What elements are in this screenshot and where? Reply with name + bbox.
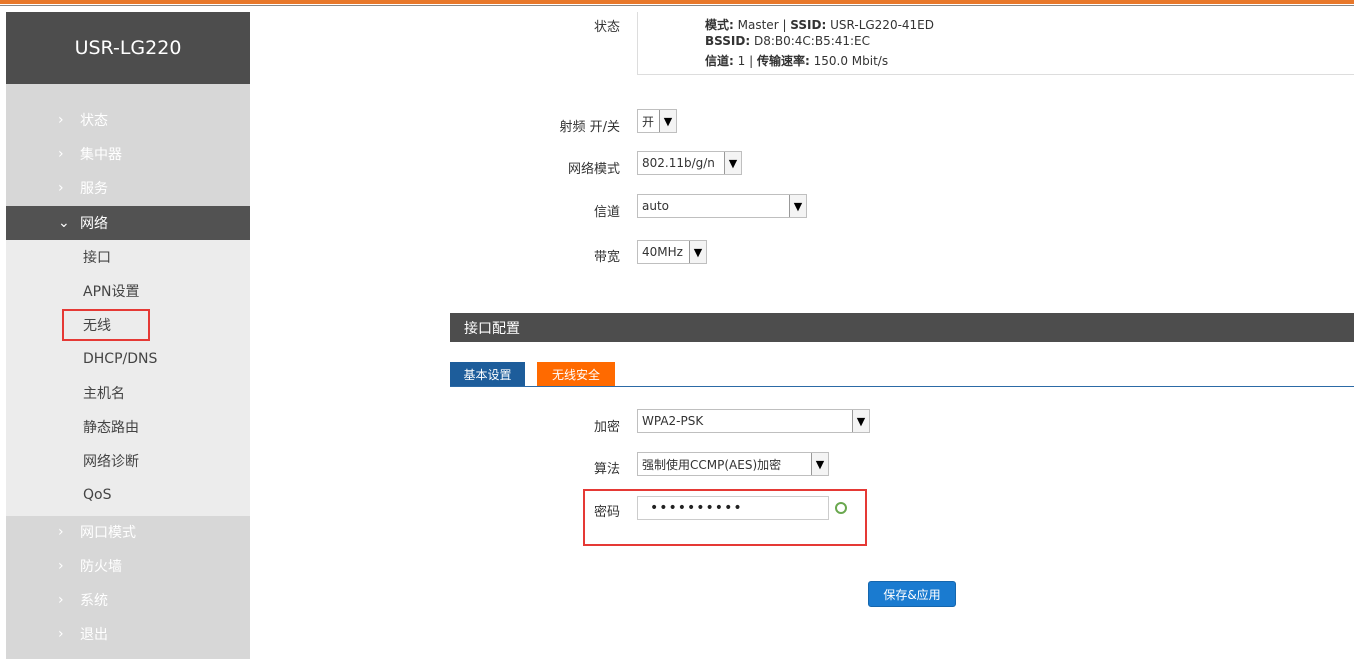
sidebar-item-network[interactable]: ⌄ 网络 [6, 206, 250, 240]
sidebar-subitem-qos[interactable]: QoS [6, 478, 250, 512]
chevron-right-icon: › [58, 112, 64, 128]
bssid-key: BSSID: [705, 34, 751, 48]
sidebar-item-port-mode[interactable]: › 网口模式 [6, 515, 250, 549]
network-mode-value: 802.11b/g/n [642, 156, 715, 170]
sidebar-subitem-label: 静态路由 [83, 420, 139, 436]
sidebar-item-label: 网口模式 [80, 525, 136, 541]
sidebar-subitem-interface[interactable]: 接口 [6, 240, 250, 274]
top-divider [0, 5, 1354, 6]
chevron-right-icon: › [58, 524, 64, 540]
bandwidth-label: 带宽 [593, 250, 620, 265]
top-accent-line [0, 0, 1354, 4]
chevron-down-icon: ⌄ [58, 215, 70, 231]
channel-key: 信道: [705, 54, 734, 68]
channel-value: 1 [737, 54, 746, 68]
cipher-select[interactable]: 强制使用CCMP(AES)加密 ▼ [637, 452, 829, 476]
tab-basic-settings[interactable]: 基本设置 [450, 362, 525, 386]
network-mode-select[interactable]: 802.11b/g/n ▼ [637, 151, 742, 175]
bssid-value: D8:B0:4C:B5:41:EC [753, 34, 871, 48]
sidebar-subitem-hostname[interactable]: 主机名 [6, 376, 250, 410]
status-line-bssid: BSSID: D8:B0:4C:B5:41:EC [705, 34, 870, 48]
network-mode-label: 网络模式 [567, 162, 620, 177]
sidebar-subitem-label: 接口 [83, 250, 111, 266]
chevron-down-icon: ▼ [852, 410, 869, 432]
chevron-down-icon: ▼ [659, 110, 676, 132]
sidebar-item-label: 防火墙 [80, 559, 122, 575]
sidebar-item-system[interactable]: › 系统 [6, 583, 250, 617]
chevron-right-icon: › [58, 592, 64, 608]
chevron-right-icon: › [58, 180, 64, 196]
sidebar-subitem-dhcp-dns[interactable]: DHCP/DNS [6, 342, 250, 376]
sidebar-item-status[interactable]: › 状态 [6, 103, 250, 137]
sidebar-item-label: 退出 [80, 627, 108, 643]
bandwidth-value: 40MHz [642, 245, 683, 259]
encryption-value: WPA2-PSK [642, 414, 704, 428]
encryption-label: 加密 [593, 420, 620, 435]
status-label: 状态 [594, 20, 621, 35]
chevron-down-icon: ▼ [689, 241, 706, 263]
cipher-value: 强制使用CCMP(AES)加密 [642, 457, 782, 472]
sidebar-item-firewall[interactable]: › 防火墙 [6, 549, 250, 583]
radio-select[interactable]: 开 ▼ [637, 109, 677, 133]
radio-value: 开 [642, 114, 655, 129]
sidebar-subitem-label: 网络诊断 [83, 454, 139, 470]
sidebar-subitem-label: DHCP/DNS [83, 351, 158, 367]
reveal-password-icon[interactable] [835, 502, 847, 514]
sidebar-subitem-label: 主机名 [83, 386, 125, 402]
sidebar-subitem-static-route[interactable]: 静态路由 [6, 410, 250, 444]
rate-value: 150.0 Mbit/s [813, 54, 889, 68]
chevron-down-icon: ▼ [724, 152, 741, 174]
tab-underline [450, 386, 1354, 387]
channel-label: 信道 [593, 205, 620, 220]
mode-value: Master [737, 18, 779, 32]
password-input[interactable]: •••••••••• [637, 496, 829, 520]
ssid-key: SSID: [790, 18, 827, 32]
password-label: 密码 [593, 505, 620, 520]
sidebar-subitem-label: QoS [83, 487, 112, 503]
chevron-right-icon: › [58, 626, 64, 642]
ssid-value: USR-LG220-41ED [830, 18, 935, 32]
sidebar-item-label: 服务 [80, 181, 108, 197]
sidebar-subitem-label: APN设置 [83, 284, 140, 300]
sidebar-item-label: 集中器 [80, 147, 122, 163]
chevron-right-icon: › [58, 146, 64, 162]
save-apply-button[interactable]: 保存&应用 [868, 581, 956, 607]
sidebar-item-label: 系统 [80, 593, 108, 609]
interface-config-header: 接口配置 [450, 313, 1354, 342]
status-line-channel: 信道: 1 | 传输速率: 150.0 Mbit/s [705, 54, 889, 68]
channel-select[interactable]: auto ▼ [637, 194, 807, 218]
brand-title: USR-LG220 [6, 12, 250, 84]
sidebar-item-logout[interactable]: › 退出 [6, 617, 250, 651]
sidebar-subitem-diagnostics[interactable]: 网络诊断 [6, 444, 250, 478]
chevron-down-icon: ▼ [811, 453, 828, 475]
sidebar-item-label: 状态 [80, 113, 108, 129]
sidebar-item-label: 网络 [80, 216, 108, 232]
sidebar-item-concentrator[interactable]: › 集中器 [6, 137, 250, 171]
encryption-select[interactable]: WPA2-PSK ▼ [637, 409, 870, 433]
cipher-label: 算法 [593, 462, 620, 477]
rate-key: 传输速率: [756, 54, 810, 68]
bandwidth-select[interactable]: 40MHz ▼ [637, 240, 707, 264]
radio-label: 射频 开/关 [559, 120, 620, 135]
mode-key: 模式: [705, 18, 734, 32]
sidebar-item-services[interactable]: › 服务 [6, 171, 250, 205]
chevron-down-icon: ▼ [789, 195, 806, 217]
chevron-right-icon: › [58, 558, 64, 574]
channel-value: auto [642, 199, 670, 213]
wireless-highlight-box [62, 309, 150, 341]
sidebar-subitem-apn[interactable]: APN设置 [6, 274, 250, 308]
status-line-mode: 模式: Master | SSID: USR-LG220-41ED [705, 18, 935, 32]
tab-wireless-security[interactable]: 无线安全 [537, 362, 615, 386]
